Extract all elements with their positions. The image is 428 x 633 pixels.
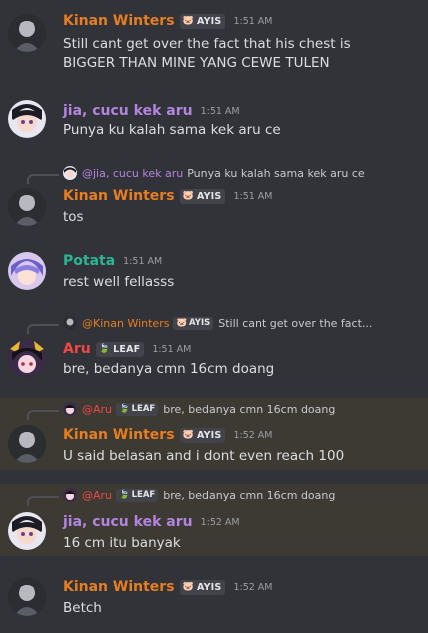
reply-tag: 🍃 LEAF [116, 488, 159, 502]
message-highlighted: @Aru 🍃 LEAF bre, bedanya cmn 16cm doang j… [0, 484, 428, 556]
message-text: Still cant get over the fact that his ch… [63, 35, 351, 73]
message-line: tos [63, 209, 84, 225]
message: jia, cucu kek aru 1:51 AM Punya ku kalah… [0, 90, 428, 158]
reply-tag: 🍃 LEAF [116, 402, 159, 416]
message: @Kinan Winters 🐷 AYIS Still cant get over… [0, 310, 428, 394]
reply-spine [27, 174, 59, 184]
message-line: U said belasan and i dont even reach 100 [63, 448, 345, 464]
reply-avatar [63, 488, 77, 502]
message: Kinan Winters 🐷 AYIS 1:52 AM Betch [0, 566, 428, 633]
pig-icon: 🐷 [182, 430, 194, 440]
author-name[interactable]: Kinan Winters [63, 426, 175, 444]
tag-label: AYIS [196, 15, 222, 27]
message-text: Punya ku kalah sama kek aru ce [63, 121, 281, 140]
timestamp: 1:52 AM [233, 429, 273, 441]
leaf-icon: 🍃 [98, 344, 111, 354]
server-tag[interactable]: 🐷 AYIS [179, 188, 226, 204]
message-text: 16 cm itu banyak [63, 534, 181, 553]
reply-author[interactable]: @jia, cucu kek aru [82, 167, 183, 180]
pig-icon: 🐷 [182, 582, 194, 592]
message-text: tos [63, 208, 84, 227]
message-line: Punya ku kalah sama kek aru ce [63, 122, 281, 138]
message-highlighted: @Aru 🍃 LEAF bre, bedanya cmn 16cm doang K… [0, 398, 428, 470]
avatar[interactable] [8, 425, 46, 463]
message-text: Betch [63, 599, 102, 618]
tag-label: AYIS [196, 429, 222, 441]
message-line: bre, bedanya cmn 16cm doang [63, 361, 275, 377]
reply-avatar [63, 316, 77, 330]
reply-preview[interactable]: @Kinan Winters 🐷 AYIS Still cant get over… [63, 316, 372, 330]
message-text: rest well fellasss [63, 273, 174, 292]
reply-tag-label: LEAF [131, 490, 156, 500]
reply-author[interactable]: @Aru [82, 489, 112, 502]
reply-spine [27, 496, 59, 506]
reply-text: bre, bedanya cmn 16cm doang [163, 488, 336, 502]
reply-avatar [63, 402, 77, 416]
reply-preview[interactable]: @Aru 🍃 LEAF bre, bedanya cmn 16cm doang [63, 488, 335, 502]
timestamp: 1:51 AM [152, 343, 192, 355]
reply-text: Punya ku kalah sama kek aru ce [187, 166, 365, 180]
avatar[interactable] [8, 188, 46, 226]
author-name[interactable]: Kinan Winters [63, 12, 175, 30]
message-line: Betch [63, 600, 102, 616]
reply-avatar [63, 166, 77, 180]
reply-tag-label: AYIS [189, 318, 211, 328]
message-text: U said belasan and i dont even reach 100 [63, 447, 344, 466]
server-tag[interactable]: 🐷 AYIS [179, 427, 226, 443]
message: Kinan Winters 🐷 AYIS 1:51 AM Still cant g… [0, 0, 428, 90]
reply-text: Still cant get over the fact... [218, 316, 373, 330]
server-tag[interactable]: 🐷 AYIS [179, 579, 226, 595]
leaf-icon: 🍃 [119, 490, 130, 500]
author-name[interactable]: jia, cucu kek aru [63, 513, 193, 531]
timestamp: 1:51 AM [233, 15, 273, 27]
reply-text: bre, bedanya cmn 16cm doang [163, 402, 336, 416]
reply-spine [27, 324, 59, 334]
author-name[interactable]: jia, cucu kek aru [63, 102, 193, 120]
message-line: 16 cm itu banyak [63, 535, 181, 551]
message-text: bre, bedanya cmn 16cm doang [63, 360, 274, 379]
message: @jia, cucu kek aru Punya ku kalah sama k… [0, 158, 428, 238]
message-line: BIGGER THAN MINE YANG CEWE TULEN [63, 55, 330, 71]
reply-spine [27, 410, 59, 420]
reply-preview[interactable]: @Aru 🍃 LEAF bre, bedanya cmn 16cm doang [63, 402, 335, 416]
author-name[interactable]: Aru [63, 340, 91, 358]
avatar[interactable] [8, 339, 46, 377]
timestamp: 1:51 AM [123, 255, 163, 267]
leaf-icon: 🍃 [119, 404, 130, 414]
pig-icon: 🐷 [182, 16, 194, 26]
reply-tag: 🐷 AYIS [173, 316, 214, 330]
server-tag[interactable]: 🍃 LEAF [95, 341, 145, 357]
author-name[interactable]: Kinan Winters [63, 578, 175, 596]
server-tag[interactable]: 🐷 AYIS [179, 13, 226, 29]
author-name[interactable]: Potata [63, 252, 115, 270]
timestamp: 1:52 AM [233, 581, 273, 593]
tag-label: AYIS [196, 190, 222, 202]
timestamp: 1:51 AM [233, 190, 273, 202]
avatar[interactable] [8, 14, 46, 52]
tag-label: AYIS [196, 581, 222, 593]
message-line: Still cant get over the fact that his ch… [63, 36, 351, 52]
tag-label: LEAF [113, 343, 141, 355]
reply-author[interactable]: @Kinan Winters [82, 317, 169, 330]
reply-preview[interactable]: @jia, cucu kek aru Punya ku kalah sama k… [63, 166, 365, 180]
pig-icon: 🐷 [176, 318, 188, 328]
avatar[interactable] [8, 512, 46, 550]
avatar[interactable] [8, 252, 46, 290]
timestamp: 1:52 AM [200, 516, 240, 528]
reply-tag-label: LEAF [131, 404, 156, 414]
timestamp: 1:51 AM [200, 105, 240, 117]
avatar[interactable] [8, 578, 46, 616]
pig-icon: 🐷 [182, 191, 194, 201]
reply-author[interactable]: @Aru [82, 403, 112, 416]
message: Potata 1:51 AM rest well fellasss [0, 238, 428, 310]
message-line: rest well fellasss [63, 274, 175, 290]
avatar[interactable] [8, 100, 46, 138]
author-name[interactable]: Kinan Winters [63, 187, 175, 205]
